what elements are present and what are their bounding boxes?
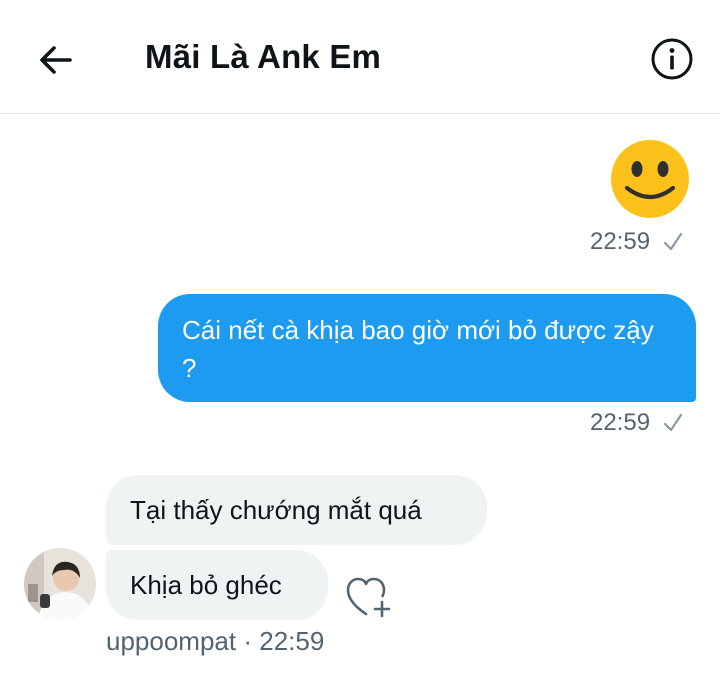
message-meta: 22:59	[590, 409, 684, 437]
sent-message-bubble[interactable]: Cái nết cà khịa bao giờ mới bỏ được zậy …	[158, 294, 696, 402]
info-button[interactable]	[650, 37, 694, 81]
sender-avatar[interactable]	[24, 548, 96, 620]
received-message-bubble[interactable]: Tại thấy chướng mắt quá	[106, 475, 487, 545]
meta-separator: ·	[243, 626, 253, 656]
conversation-title: Mãi Là Ank Em	[145, 38, 382, 75]
heart-plus-icon	[346, 577, 391, 618]
avatar-photo	[24, 548, 96, 620]
message-time: 22:59	[590, 228, 651, 255]
message-text: Tại thấy chướng mắt quá	[130, 495, 422, 525]
message-meta: 22:59	[590, 228, 684, 256]
arrow-left-icon	[40, 46, 72, 74]
message-text: Khịa bỏ ghéc	[130, 570, 282, 600]
message-time: 22:59	[590, 409, 651, 436]
add-reaction-button[interactable]	[344, 576, 392, 620]
message-text: Cái nết cà khịa bao giờ mới bỏ được zậy …	[182, 315, 654, 383]
sender-name[interactable]: uppoompat	[106, 626, 236, 656]
check-icon	[663, 232, 683, 251]
check-icon	[663, 413, 683, 432]
smiley-emoji-message[interactable]	[610, 139, 690, 219]
smiley-face-emoji	[611, 140, 689, 218]
info-circle-icon	[651, 38, 693, 80]
back-button[interactable]	[36, 40, 76, 80]
received-message-bubble[interactable]: Khịa bỏ ghéc	[106, 550, 328, 620]
conversation-header: Mãi Là Ank Em	[0, 0, 720, 114]
received-message-meta: uppoompat · 22:59	[106, 626, 324, 657]
message-time: 22:59	[259, 626, 325, 656]
